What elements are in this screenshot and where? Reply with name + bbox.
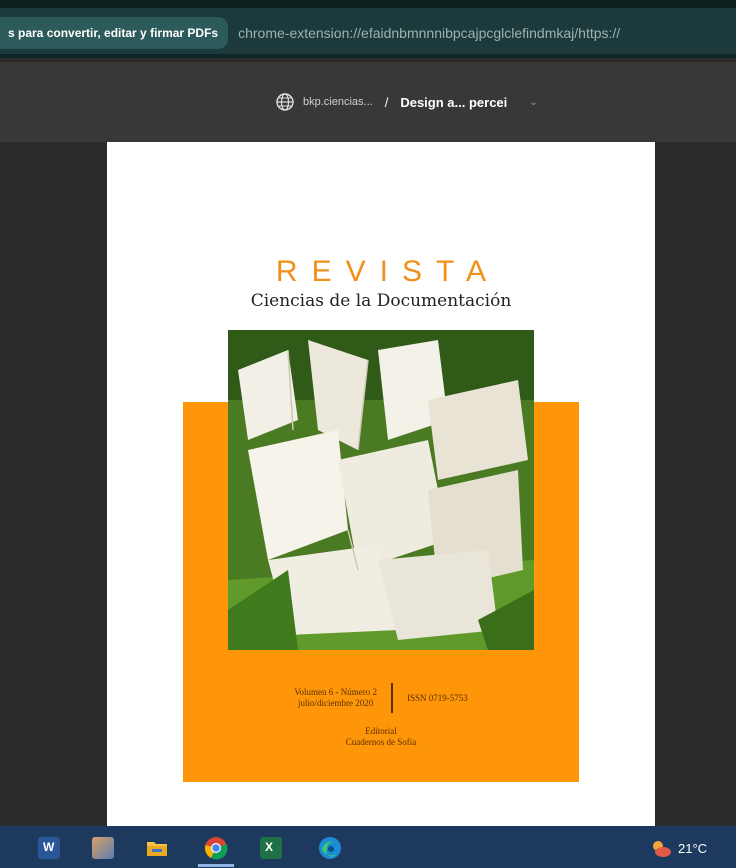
issue-divider — [391, 683, 394, 713]
chrome-icon[interactable] — [204, 836, 228, 860]
cover-title: REVISTA — [275, 255, 501, 288]
issue-period: julio/diciembre 2020 — [298, 698, 374, 708]
taskbar: W X 21°C — [0, 826, 736, 868]
url-text[interactable]: chrome-extension://efaidnbmnnnibpcajpcgl… — [238, 25, 620, 41]
breadcrumb-separator: / — [384, 94, 389, 110]
window-top-edge — [0, 0, 736, 8]
weather-icon — [653, 841, 671, 857]
weather-widget[interactable]: 21°C — [650, 838, 707, 858]
chevron-down-icon[interactable]: ⌄ — [529, 97, 537, 108]
publisher-line-2: Cuadernos de Sofía — [345, 737, 417, 747]
globe-icon — [276, 93, 294, 111]
pdf-page: REVISTA Ciencias de la Documentación Vol… — [107, 142, 655, 826]
active-app-indicator — [198, 864, 234, 867]
issue-volume: Volumen 6 - Número 2 — [294, 687, 378, 697]
pdf-toolbar: bkp.ciencias... / Design a... percei ⌄ — [0, 62, 736, 142]
publisher-line-1: Editorial — [365, 726, 397, 736]
extension-label: s para convertir, editar y firmar PDFs — [8, 26, 219, 40]
issue-volume-block: Volumen 6 - Número 2 julio/diciembre 202… — [294, 687, 377, 709]
breadcrumb-document[interactable]: Design a... percei — [400, 95, 507, 110]
extension-chip[interactable]: s para convertir, editar y firmar PDFs — [0, 17, 229, 49]
excel-icon[interactable]: X — [260, 837, 282, 859]
address-bar-divider — [0, 54, 736, 58]
publisher: Editorial Cuadernos de Sofía — [183, 726, 579, 748]
issue-info: Volumen 6 - Número 2 julio/diciembre 202… — [183, 678, 579, 718]
breadcrumb[interactable]: bkp.ciencias... / Design a... percei ⌄ — [275, 92, 538, 112]
file-explorer-icon[interactable] — [146, 837, 168, 859]
word-icon[interactable]: W — [38, 837, 60, 859]
cover-photo — [228, 330, 534, 650]
pdf-viewer[interactable]: REVISTA Ciencias de la Documentación Vol… — [0, 142, 736, 826]
address-bar[interactable]: s para convertir, editar y firmar PDFs c… — [0, 8, 736, 58]
edge-icon[interactable] — [318, 836, 342, 860]
breadcrumb-site[interactable]: bkp.ciencias... — [303, 96, 373, 108]
cover-subtitle: Ciencias de la Documentación — [250, 291, 512, 311]
temperature: 21°C — [678, 840, 708, 856]
issn: ISSN 0719-5753 — [407, 693, 468, 703]
image-viewer-icon[interactable] — [92, 837, 114, 859]
